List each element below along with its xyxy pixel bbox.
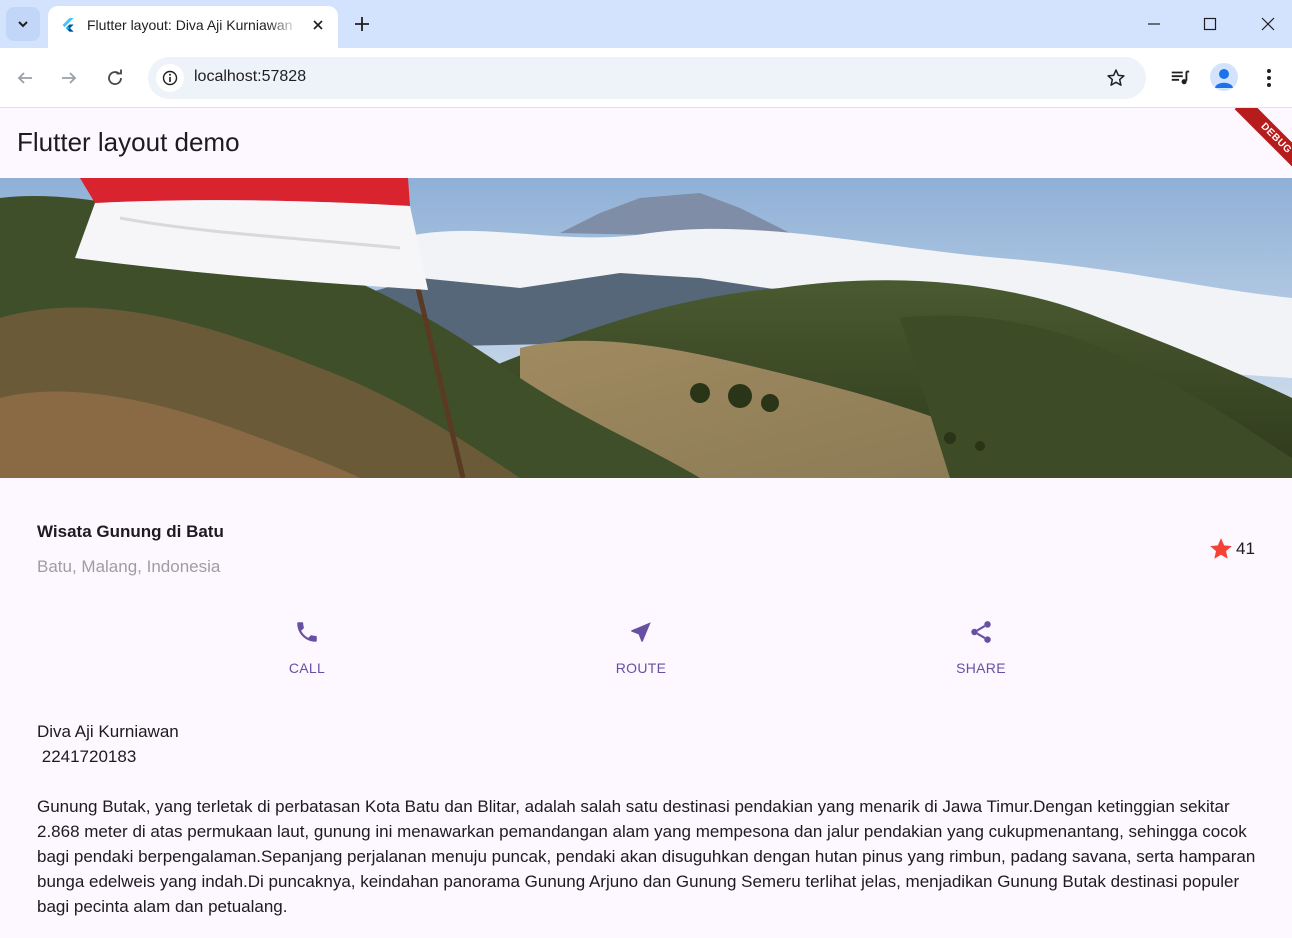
star-outline-icon bbox=[1107, 69, 1125, 86]
close-icon bbox=[313, 20, 323, 30]
reload-icon bbox=[108, 69, 122, 85]
hero-image bbox=[0, 178, 1292, 478]
plus-icon bbox=[355, 17, 369, 31]
address-bar[interactable]: localhost:57828 bbox=[148, 57, 1146, 99]
call-label: CALL bbox=[288, 660, 326, 676]
mountain-landscape-image bbox=[0, 178, 1292, 478]
call-button[interactable]: CALL bbox=[247, 618, 367, 676]
profile-avatar[interactable] bbox=[1210, 63, 1238, 91]
minimize-button[interactable] bbox=[1140, 10, 1168, 38]
arrow-right-icon bbox=[62, 72, 77, 84]
rating: 41 bbox=[1208, 536, 1255, 562]
chevron-down-icon bbox=[18, 21, 28, 28]
browser-tab[interactable]: Flutter layout: Diva Aji Kurniawan bbox=[48, 6, 338, 48]
share-label: SHARE bbox=[956, 660, 1006, 676]
window-close-button[interactable] bbox=[1254, 10, 1282, 38]
forward-button[interactable] bbox=[55, 64, 83, 92]
debug-banner: DEBUG bbox=[1222, 108, 1292, 178]
star-icon bbox=[1210, 538, 1232, 559]
arrow-left-icon bbox=[17, 72, 32, 84]
site-info-button[interactable] bbox=[156, 64, 184, 92]
close-icon bbox=[1261, 17, 1275, 31]
queue-music-icon bbox=[1171, 70, 1190, 85]
person-icon bbox=[1215, 69, 1233, 88]
media-controls-button[interactable] bbox=[1166, 64, 1194, 92]
place-location: Batu, Malang, Indonesia bbox=[37, 557, 221, 576]
new-tab-button[interactable] bbox=[351, 13, 373, 35]
maximize-icon bbox=[1203, 17, 1217, 31]
browser-menu-button[interactable] bbox=[1255, 64, 1283, 92]
place-name: Wisata Gunung di Batu bbox=[37, 522, 224, 541]
debug-label: DEBUG bbox=[1234, 108, 1292, 178]
tab-title: Flutter layout: Diva Aji Kurniawan bbox=[87, 17, 293, 33]
reload-button[interactable] bbox=[101, 64, 129, 92]
route-button[interactable]: ROUTE bbox=[581, 618, 701, 676]
share-button[interactable]: SHARE bbox=[921, 618, 1041, 676]
tab-search-button[interactable] bbox=[6, 7, 40, 41]
route-label: ROUTE bbox=[615, 660, 667, 676]
near-me-icon bbox=[627, 618, 655, 646]
bookmark-button[interactable] bbox=[1104, 66, 1128, 90]
maximize-button[interactable] bbox=[1196, 10, 1224, 38]
button-section: CALL ROUTE SHARE bbox=[0, 618, 1292, 688]
tab-close-button[interactable] bbox=[308, 15, 328, 35]
page-title: Flutter layout demo bbox=[17, 127, 240, 157]
flutter-logo-icon bbox=[62, 18, 74, 32]
minimize-icon bbox=[1148, 23, 1160, 25]
more-vert-icon bbox=[1267, 69, 1271, 87]
browser-toolbar: localhost:57828 bbox=[0, 48, 1292, 108]
back-button[interactable] bbox=[11, 64, 39, 92]
rating-count: 41 bbox=[1236, 539, 1255, 558]
app-bar: Flutter layout demo bbox=[0, 108, 1292, 178]
share-icon bbox=[967, 618, 995, 646]
text-section: Diva Aji Kurniawan 2241720183 Gunung But… bbox=[37, 722, 1256, 916]
info-icon bbox=[162, 70, 178, 86]
url-text: localhost:57828 bbox=[194, 68, 307, 85]
phone-icon bbox=[293, 618, 321, 646]
browser-tab-strip: Flutter layout: Diva Aji Kurniawan bbox=[0, 0, 1292, 48]
